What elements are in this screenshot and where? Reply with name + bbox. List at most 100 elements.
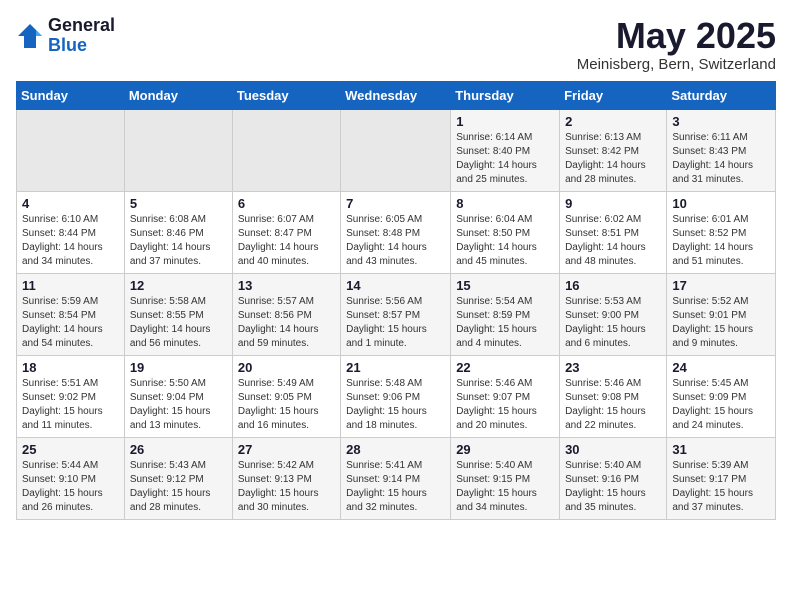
calendar-cell: 19Sunrise: 5:50 AMSunset: 9:04 PMDayligh… [124, 355, 232, 437]
day-info: Sunrise: 5:40 AMSunset: 9:16 PMDaylight:… [565, 459, 661, 515]
day-info: Sunrise: 5:49 AMSunset: 9:05 PMDaylight:… [238, 377, 335, 433]
day-number: 27 [238, 442, 335, 457]
day-header-friday: Friday [560, 81, 667, 109]
calendar-cell: 1 Sunrise: 6:14 AMSunset: 8:40 PMDaylight… [451, 109, 560, 191]
day-number: 2 [565, 114, 661, 129]
day-info: Sunrise: 5:44 AMSunset: 9:10 PMDaylight:… [22, 459, 119, 515]
day-number: 22 [456, 360, 554, 375]
logo-blue: Blue [48, 36, 115, 56]
day-info: Sunrise: 5:51 AMSunset: 9:02 PMDaylight:… [22, 377, 119, 433]
week-row-4: 18 Sunrise: 5:51 AMSunset: 9:02 PMDayligh… [17, 355, 776, 437]
day-number: 29 [456, 442, 554, 457]
day-info: Sunrise: 6:07 AMSunset: 8:47 PMDaylight:… [238, 213, 335, 269]
logo-text: General Blue [48, 16, 115, 56]
day-number: 15 [456, 278, 554, 293]
title-block: May 2025 Meinisberg, Bern, Switzerland [577, 16, 776, 73]
calendar-cell: 27 Sunrise: 5:42 AMSunset: 9:13 PMDayligh… [232, 437, 340, 519]
day-info: Sunrise: 6:14 AMSunset: 8:40 PMDaylight:… [456, 131, 554, 187]
day-number: 8 [456, 196, 554, 211]
day-number: 21 [346, 360, 445, 375]
day-number: 17 [672, 278, 770, 293]
week-row-1: 1 Sunrise: 6:14 AMSunset: 8:40 PMDaylight… [17, 109, 776, 191]
day-number: 9 [565, 196, 661, 211]
calendar-cell: 25 Sunrise: 5:44 AMSunset: 9:10 PMDayligh… [17, 437, 125, 519]
calendar-cell: 17 Sunrise: 5:52 AMSunset: 9:01 PMDayligh… [667, 273, 776, 355]
day-number: 7 [346, 196, 445, 211]
day-info: Sunrise: 5:52 AMSunset: 9:01 PMDaylight:… [672, 295, 770, 351]
day-number: 28 [346, 442, 445, 457]
day-number: 4 [22, 196, 119, 211]
calendar-cell [17, 109, 125, 191]
day-number: 10 [672, 196, 770, 211]
day-number: 12 [130, 278, 227, 293]
day-number: 13 [238, 278, 335, 293]
calendar-cell: 13 Sunrise: 5:57 AMSunset: 8:56 PMDayligh… [232, 273, 340, 355]
day-number: 25 [22, 442, 119, 457]
calendar-cell: 23 Sunrise: 5:46 AMSunset: 9:08 PMDayligh… [560, 355, 667, 437]
day-info: Sunrise: 5:53 AMSunset: 9:00 PMDaylight:… [565, 295, 661, 351]
calendar-table: SundayMondayTuesdayWednesdayThursdayFrid… [16, 81, 776, 520]
day-info: Sunrise: 5:43 AMSunset: 9:12 PMDaylight:… [130, 459, 227, 515]
calendar-cell: 10Sunrise: 6:01 AMSunset: 8:52 PMDayligh… [667, 191, 776, 273]
calendar-cell: 18 Sunrise: 5:51 AMSunset: 9:02 PMDayligh… [17, 355, 125, 437]
week-row-3: 11 Sunrise: 5:59 AMSunset: 8:54 PMDayligh… [17, 273, 776, 355]
calendar-cell: 31Sunrise: 5:39 AMSunset: 9:17 PMDayligh… [667, 437, 776, 519]
logo-icon [16, 22, 44, 50]
days-header-row: SundayMondayTuesdayWednesdayThursdayFrid… [17, 81, 776, 109]
day-info: Sunrise: 6:13 AMSunset: 8:42 PMDaylight:… [565, 131, 661, 187]
calendar-cell: 4 Sunrise: 6:10 AMSunset: 8:44 PMDaylight… [17, 191, 125, 273]
day-info: Sunrise: 5:48 AMSunset: 9:06 PMDaylight:… [346, 377, 445, 433]
day-info: Sunrise: 6:11 AMSunset: 8:43 PMDaylight:… [672, 131, 770, 187]
day-info: Sunrise: 5:45 AMSunset: 9:09 PMDaylight:… [672, 377, 770, 433]
day-info: Sunrise: 5:41 AMSunset: 9:14 PMDaylight:… [346, 459, 445, 515]
week-row-5: 25 Sunrise: 5:44 AMSunset: 9:10 PMDayligh… [17, 437, 776, 519]
calendar-cell: 24 Sunrise: 5:45 AMSunset: 9:09 PMDayligh… [667, 355, 776, 437]
day-info: Sunrise: 5:58 AMSunset: 8:55 PMDaylight:… [130, 295, 227, 351]
day-info: Sunrise: 5:59 AMSunset: 8:54 PMDaylight:… [22, 295, 119, 351]
day-header-thursday: Thursday [451, 81, 560, 109]
calendar-cell: 28 Sunrise: 5:41 AMSunset: 9:14 PMDayligh… [341, 437, 451, 519]
day-number: 20 [238, 360, 335, 375]
calendar-cell: 22 Sunrise: 5:46 AMSunset: 9:07 PMDayligh… [451, 355, 560, 437]
day-info: Sunrise: 5:46 AMSunset: 9:08 PMDaylight:… [565, 377, 661, 433]
day-header-wednesday: Wednesday [341, 81, 451, 109]
calendar-cell [124, 109, 232, 191]
day-header-sunday: Sunday [17, 81, 125, 109]
day-header-tuesday: Tuesday [232, 81, 340, 109]
day-number: 1 [456, 114, 554, 129]
calendar-cell: 20 Sunrise: 5:49 AMSunset: 9:05 PMDayligh… [232, 355, 340, 437]
calendar-cell: 3Sunrise: 6:11 AMSunset: 8:43 PMDaylight… [667, 109, 776, 191]
day-info: Sunrise: 6:10 AMSunset: 8:44 PMDaylight:… [22, 213, 119, 269]
calendar-cell [341, 109, 451, 191]
day-info: Sunrise: 5:42 AMSunset: 9:13 PMDaylight:… [238, 459, 335, 515]
calendar-cell: 21 Sunrise: 5:48 AMSunset: 9:06 PMDayligh… [341, 355, 451, 437]
day-info: Sunrise: 5:50 AMSunset: 9:04 PMDaylight:… [130, 377, 227, 433]
calendar-cell [232, 109, 340, 191]
calendar-cell: 6 Sunrise: 6:07 AMSunset: 8:47 PMDaylight… [232, 191, 340, 273]
logo: General Blue [16, 16, 115, 56]
calendar-cell: 2 Sunrise: 6:13 AMSunset: 8:42 PMDaylight… [560, 109, 667, 191]
day-number: 18 [22, 360, 119, 375]
day-info: Sunrise: 6:08 AMSunset: 8:46 PMDaylight:… [130, 213, 227, 269]
day-number: 23 [565, 360, 661, 375]
calendar-cell: 29Sunrise: 5:40 AMSunset: 9:15 PMDayligh… [451, 437, 560, 519]
week-row-2: 4 Sunrise: 6:10 AMSunset: 8:44 PMDaylight… [17, 191, 776, 273]
month-title: May 2025 [577, 16, 776, 56]
day-number: 5 [130, 196, 227, 211]
calendar-cell: 11 Sunrise: 5:59 AMSunset: 8:54 PMDayligh… [17, 273, 125, 355]
day-number: 6 [238, 196, 335, 211]
logo-general: General [48, 16, 115, 36]
calendar-cell: 7Sunrise: 6:05 AMSunset: 8:48 PMDaylight… [341, 191, 451, 273]
page-header: General Blue May 2025 Meinisberg, Bern, … [16, 16, 776, 73]
calendar-cell: 16Sunrise: 5:53 AMSunset: 9:00 PMDayligh… [560, 273, 667, 355]
calendar-cell: 9Sunrise: 6:02 AMSunset: 8:51 PMDaylight… [560, 191, 667, 273]
day-number: 11 [22, 278, 119, 293]
day-number: 26 [130, 442, 227, 457]
day-number: 31 [672, 442, 770, 457]
day-info: Sunrise: 5:46 AMSunset: 9:07 PMDaylight:… [456, 377, 554, 433]
day-info: Sunrise: 5:56 AMSunset: 8:57 PMDaylight:… [346, 295, 445, 351]
calendar-cell: 15Sunrise: 5:54 AMSunset: 8:59 PMDayligh… [451, 273, 560, 355]
day-info: Sunrise: 5:57 AMSunset: 8:56 PMDaylight:… [238, 295, 335, 351]
day-number: 30 [565, 442, 661, 457]
day-number: 24 [672, 360, 770, 375]
